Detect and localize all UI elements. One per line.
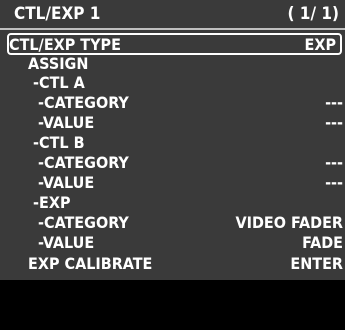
menu-row-label: EXP CALIBRATE bbox=[28, 254, 153, 273]
menu-row-assign[interactable]: ASSIGN bbox=[8, 54, 343, 73]
menu-row-ctl-exp-type[interactable]: CTL/EXP TYPE EXP bbox=[7, 33, 342, 55]
page-indicator: ( 1/ 1) bbox=[287, 4, 340, 24]
menu-row-ctl-b[interactable]: -CTL B bbox=[8, 133, 343, 152]
menu-row-label: ASSIGN bbox=[28, 54, 89, 73]
menu-row-exp[interactable]: -EXP bbox=[8, 193, 343, 212]
menu-row-value: --- bbox=[325, 153, 343, 172]
menu-row-ctl-a-category[interactable]: -CATEGORY --- bbox=[8, 93, 343, 112]
title-bar: CTL/EXP 1 ( 1/ 1) bbox=[0, 0, 345, 30]
menu-row-ctl-b-category[interactable]: -CATEGORY --- bbox=[8, 153, 343, 172]
menu-title: CTL/EXP 1 bbox=[14, 4, 101, 24]
menu-row-value: --- bbox=[325, 113, 343, 132]
menu-row-label: -CTL B bbox=[28, 133, 85, 152]
menu-row-label: -VALUE bbox=[28, 173, 95, 192]
menu-row-label: -CATEGORY bbox=[28, 213, 129, 232]
menu-screen: CTL/EXP 1 ( 1/ 1) CTL/EXP TYPE EXP ASSIG… bbox=[0, 0, 345, 280]
menu-row-label: CTL/EXP TYPE bbox=[9, 35, 121, 54]
menu-row-value: VIDEO FADER bbox=[235, 213, 343, 232]
menu-row-value: --- bbox=[325, 173, 343, 192]
menu-row-value: --- bbox=[325, 93, 343, 112]
menu-row-label: -VALUE bbox=[28, 113, 95, 132]
menu-row-exp-category[interactable]: -CATEGORY VIDEO FADER bbox=[8, 213, 343, 232]
menu-row-exp-calibrate[interactable]: EXP CALIBRATE ENTER bbox=[8, 254, 343, 273]
menu-row-value: ENTER bbox=[290, 254, 343, 273]
menu-row-label: -CATEGORY bbox=[28, 93, 129, 112]
menu-row-label: -CATEGORY bbox=[28, 153, 129, 172]
menu-row-ctl-a-value[interactable]: -VALUE --- bbox=[8, 113, 343, 132]
menu-row-ctl-b-value[interactable]: -VALUE --- bbox=[8, 173, 343, 192]
menu-row-label: -EXP bbox=[28, 193, 71, 212]
menu-row-exp-value[interactable]: -VALUE FADE bbox=[8, 233, 343, 252]
menu-row-ctl-a[interactable]: -CTL A bbox=[8, 73, 343, 92]
menu-row-label: -CTL A bbox=[28, 73, 85, 92]
menu-row-value: FADE bbox=[302, 233, 343, 252]
menu-row-value: EXP bbox=[304, 35, 336, 54]
menu-row-label: -VALUE bbox=[28, 233, 95, 252]
